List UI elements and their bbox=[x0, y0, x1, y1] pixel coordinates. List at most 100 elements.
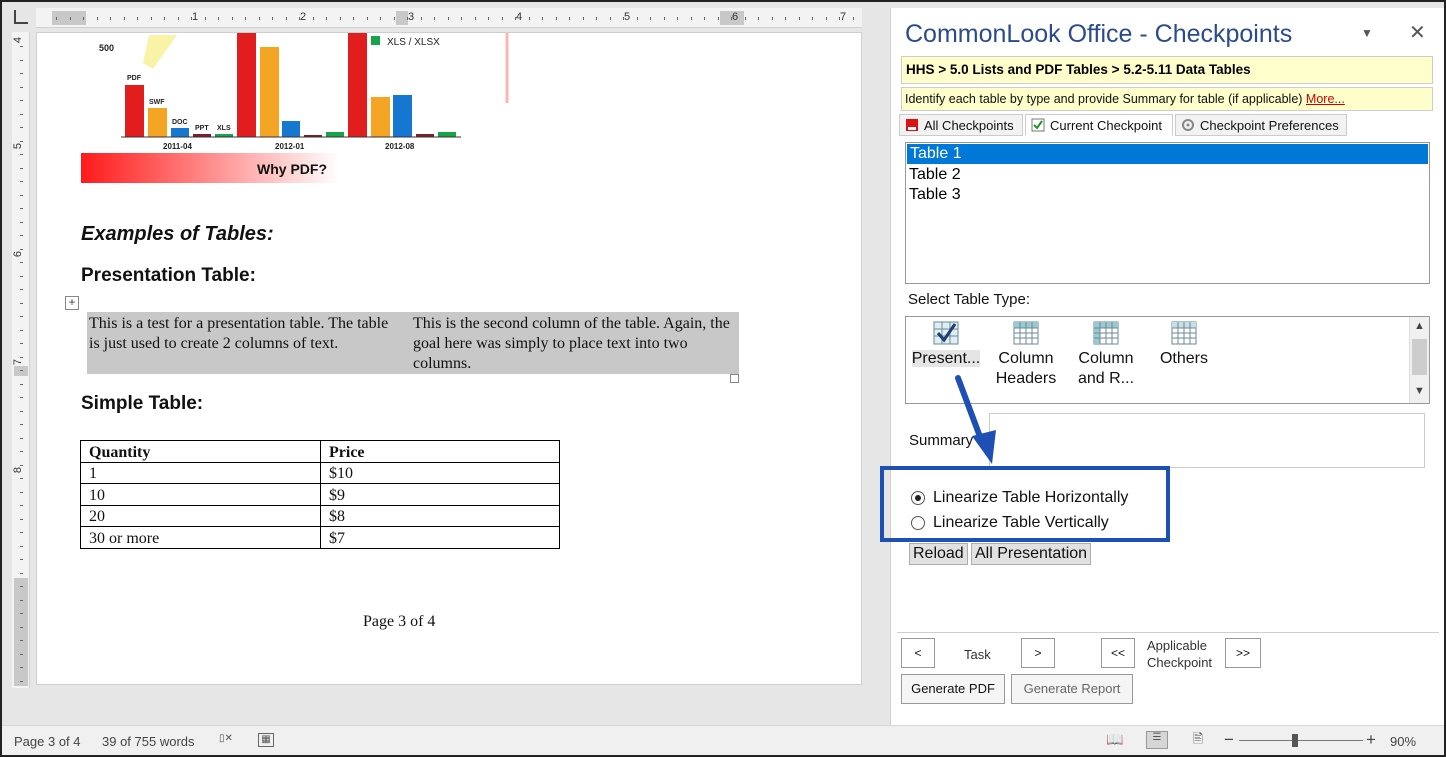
table-cell[interactable]: $9 bbox=[320, 483, 560, 506]
header-price[interactable]: Price bbox=[320, 440, 560, 463]
ruler-tick bbox=[20, 154, 23, 155]
ruler-tick bbox=[20, 127, 23, 128]
ruler-tick bbox=[20, 518, 23, 520]
table-move-handle-icon[interactable]: + bbox=[65, 296, 79, 310]
tab-current-checkpoint[interactable]: Current Checkpoint bbox=[1025, 114, 1173, 136]
zoom-slider[interactable] bbox=[1239, 740, 1363, 741]
list-item[interactable]: Table 1 bbox=[907, 144, 1428, 164]
type-label: Others bbox=[1159, 350, 1208, 367]
ruler-tick bbox=[20, 167, 23, 169]
presentation-table[interactable]: This is a test for a presentation table.… bbox=[87, 312, 739, 374]
tab-label: Checkpoint Preferences bbox=[1200, 118, 1339, 133]
table-row: 1 $10 bbox=[80, 461, 560, 484]
table-cell[interactable]: 1 bbox=[80, 461, 321, 484]
reload-button[interactable]: Reload bbox=[909, 543, 968, 565]
zoom-level[interactable]: 90% bbox=[1390, 734, 1416, 749]
table-cell[interactable]: $10 bbox=[320, 461, 560, 484]
ruler-tick bbox=[96, 17, 98, 20]
status-page[interactable]: Page 3 of 4 bbox=[14, 734, 81, 749]
ruler-tick bbox=[542, 17, 543, 20]
ruler-tick bbox=[20, 464, 23, 466]
previous-applicable-button[interactable]: << bbox=[1101, 638, 1135, 668]
ruler-tick bbox=[20, 532, 23, 533]
ruler-tick bbox=[204, 17, 206, 20]
type-column-and-row-headers[interactable]: Column and R... bbox=[1066, 319, 1146, 389]
table-cell[interactable]: 20 bbox=[80, 504, 321, 527]
type-list-scrollbar[interactable]: ▲ ▼ bbox=[1409, 317, 1429, 403]
ruler-tick bbox=[555, 17, 557, 20]
applicable-label-line: Checkpoint bbox=[1147, 655, 1213, 670]
type-others[interactable]: Others bbox=[1144, 319, 1224, 369]
print-layout-icon[interactable]: ☰ bbox=[1146, 731, 1168, 749]
read-mode-icon[interactable]: 📖 bbox=[1106, 732, 1123, 747]
horizontal-ruler[interactable]: 1 2 3 4 5 6 7 bbox=[36, 8, 862, 28]
macro-icon[interactable]: ▦ bbox=[258, 733, 274, 747]
tab-all-checkpoints[interactable]: All Checkpoints bbox=[899, 114, 1023, 136]
list-item[interactable]: Table 3 bbox=[906, 185, 1429, 205]
type-presentation[interactable]: Present... bbox=[906, 319, 986, 369]
ruler-tick bbox=[785, 17, 786, 20]
ruler-number: 5 bbox=[12, 142, 25, 150]
header-quantity[interactable]: Quantity bbox=[80, 440, 321, 463]
generate-pdf-button[interactable]: Generate PDF bbox=[901, 674, 1005, 704]
presentation-cell-1[interactable]: This is a test for a presentation table.… bbox=[89, 314, 399, 354]
previous-task-button[interactable]: < bbox=[901, 638, 935, 668]
table-cell[interactable]: 10 bbox=[80, 483, 321, 506]
vertical-ruler[interactable]: 4 5 6 7 8 bbox=[12, 32, 30, 688]
pane-options-chevron-icon[interactable]: ▼ bbox=[1361, 26, 1373, 40]
next-task-button[interactable]: > bbox=[1021, 638, 1055, 668]
presentation-cell-2[interactable]: This is the second column of the table. … bbox=[413, 314, 731, 374]
ruler-tick bbox=[366, 17, 368, 20]
proofing-icon[interactable]: ▯✕ bbox=[218, 733, 234, 747]
ruler-tick bbox=[123, 17, 125, 20]
table-cell[interactable]: $7 bbox=[320, 526, 560, 549]
zoom-out-button[interactable]: − bbox=[1224, 730, 1234, 750]
list-item[interactable]: Table 2 bbox=[906, 165, 1429, 185]
ruler-number: 7 bbox=[840, 11, 847, 23]
ruler-tick bbox=[798, 17, 800, 20]
ruler-tick bbox=[771, 17, 773, 20]
ruler-tick bbox=[582, 17, 584, 20]
web-layout-icon[interactable]: 🖹 bbox=[1190, 732, 1206, 747]
summary-input[interactable] bbox=[989, 413, 1425, 468]
tab-selector[interactable] bbox=[14, 10, 28, 24]
ruler-tick bbox=[704, 17, 705, 20]
table-list[interactable]: Table 1 Table 2 Table 3 bbox=[905, 142, 1430, 284]
scroll-up-icon[interactable]: ▲ bbox=[1414, 320, 1425, 332]
ruler-tick bbox=[272, 17, 273, 20]
ruler-tick bbox=[20, 626, 23, 628]
ruler-tick bbox=[218, 17, 219, 20]
zoom-slider-thumb[interactable] bbox=[1292, 734, 1298, 747]
generate-report-button[interactable]: Generate Report bbox=[1011, 674, 1133, 704]
table-resize-handle[interactable] bbox=[730, 374, 739, 383]
document-page[interactable]: 500 XLS / XLSX PDF SWF DOC PPT XLS 2011-… bbox=[36, 32, 862, 685]
ruler-tick bbox=[20, 451, 23, 452]
more-link[interactable]: More... bbox=[1306, 92, 1345, 106]
next-applicable-button[interactable]: >> bbox=[1225, 638, 1261, 668]
ruler-tick bbox=[20, 383, 23, 385]
ruler-tick bbox=[20, 262, 23, 263]
ruler-tick bbox=[812, 17, 813, 20]
table-cell[interactable]: 30 or more bbox=[80, 526, 321, 549]
zoom-in-button[interactable]: + bbox=[1366, 730, 1376, 750]
scrollbar-thumb[interactable] bbox=[1412, 339, 1427, 375]
ruler-tick bbox=[326, 17, 327, 20]
scroll-down-icon[interactable]: ▼ bbox=[1414, 385, 1425, 397]
all-presentation-button[interactable]: All Presentation bbox=[971, 543, 1092, 565]
group-label: 2012-01 bbox=[275, 142, 305, 151]
table-cell[interactable]: $8 bbox=[320, 504, 560, 527]
ruler-tick bbox=[20, 275, 23, 277]
ruler-tick bbox=[231, 17, 233, 20]
status-words[interactable]: 39 of 755 words bbox=[102, 734, 195, 749]
close-icon[interactable]: ✕ bbox=[1409, 20, 1426, 45]
ruler-tick bbox=[177, 17, 179, 20]
ruler-tick bbox=[825, 17, 827, 20]
ruler-tick bbox=[407, 17, 408, 20]
ruler-tick bbox=[164, 17, 165, 20]
ruler-number: 1 bbox=[192, 11, 199, 23]
checkpoint-breadcrumb: HHS > 5.0 Lists and PDF Tables > 5.2-5.1… bbox=[901, 56, 1433, 84]
ruler-tick bbox=[731, 17, 732, 20]
chart-legend: XLS / XLSX bbox=[387, 37, 440, 48]
simple-table[interactable]: Quantity Price 1 $10 10 $9 20 $8 30 or m… bbox=[80, 440, 560, 549]
tab-checkpoint-preferences[interactable]: Checkpoint Preferences bbox=[1175, 114, 1347, 136]
